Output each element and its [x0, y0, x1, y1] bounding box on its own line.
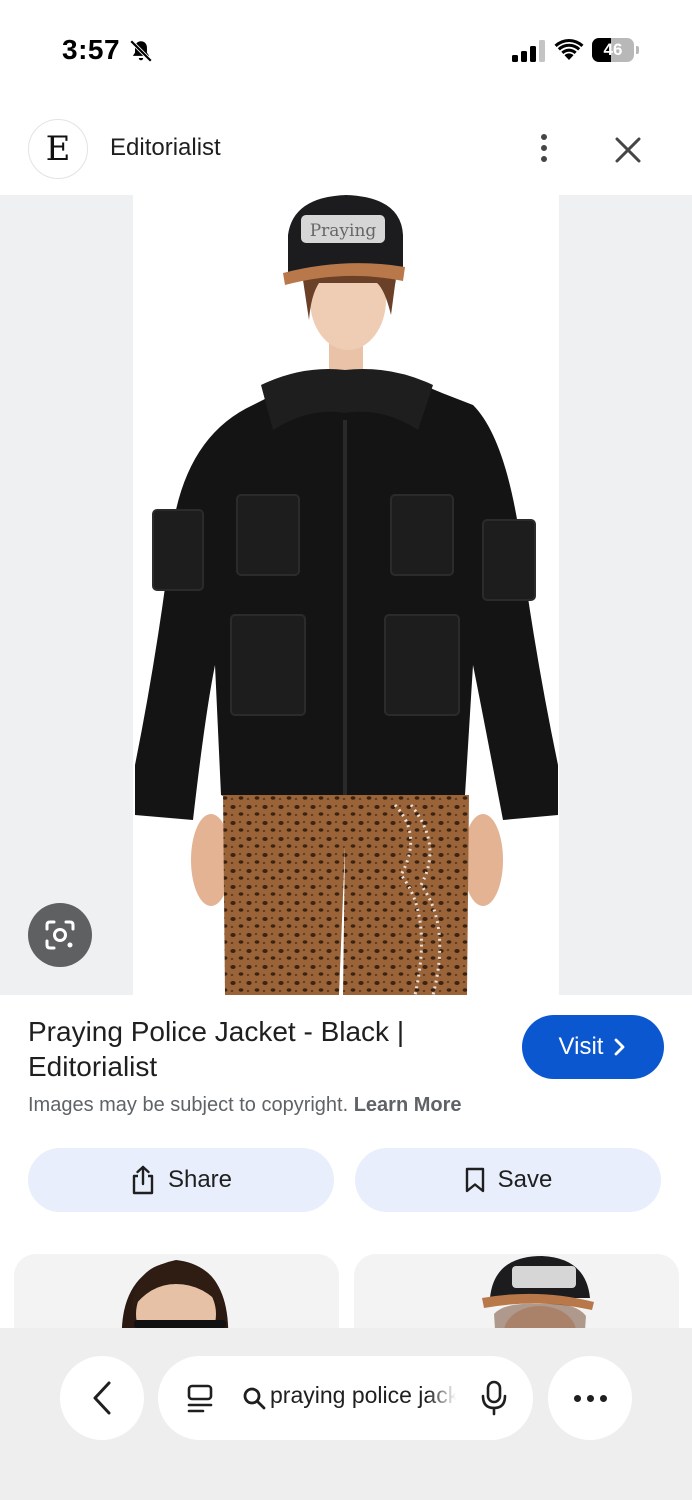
- bookmark-icon: [465, 1167, 484, 1193]
- share-label: Share: [167, 1166, 233, 1193]
- wifi-icon: [554, 38, 584, 60]
- source-header: E Editorialist: [0, 110, 692, 190]
- search-icon: [243, 1387, 266, 1410]
- save-button[interactable]: Save: [355, 1148, 661, 1212]
- lens-icon: [45, 920, 75, 950]
- search-query[interactable]: praying police jacket: [270, 1382, 456, 1409]
- share-button[interactable]: Share: [28, 1148, 334, 1212]
- model-illustration: Praying: [135, 195, 558, 995]
- back-button[interactable]: [60, 1356, 144, 1440]
- status-bar: 3:57 46: [0, 0, 692, 100]
- save-label: Save: [497, 1166, 553, 1193]
- battery-icon: 46: [592, 38, 640, 62]
- cellular-signal-icon: [512, 40, 545, 62]
- more-menu-button[interactable]: [548, 1356, 632, 1440]
- visit-label: Visit: [558, 1033, 604, 1060]
- result-title[interactable]: Praying Police Jacket - Black | Editoria…: [28, 1014, 488, 1084]
- more-options-button[interactable]: [528, 128, 560, 168]
- tabs-icon[interactable]: [186, 1384, 214, 1414]
- google-lens-button[interactable]: [28, 903, 92, 967]
- bottom-toolbar: praying police jacket: [0, 1328, 692, 1500]
- copyright-text: Images may be subject to copyright.: [28, 1094, 349, 1116]
- chevron-left-icon: [93, 1381, 111, 1415]
- battery-percent: 46: [603, 40, 623, 59]
- learn-more-link[interactable]: Learn More: [354, 1094, 462, 1116]
- hat-logo-text: Praying: [310, 221, 377, 241]
- copyright-notice: Images may be subject to copyright. Lear…: [28, 1094, 462, 1117]
- share-icon: [132, 1165, 154, 1195]
- microphone-icon[interactable]: [480, 1380, 508, 1416]
- source-logo[interactable]: E: [28, 119, 88, 179]
- source-name[interactable]: Editorialist: [110, 134, 221, 162]
- image-viewer: Praying: [0, 195, 692, 995]
- search-bar[interactable]: praying police jacket: [158, 1356, 533, 1440]
- visit-button[interactable]: Visit: [522, 1015, 664, 1079]
- close-icon[interactable]: [608, 130, 648, 170]
- status-time: 3:57: [62, 34, 121, 65]
- chevron-right-icon: [615, 1038, 625, 1056]
- product-image[interactable]: Praying: [133, 195, 559, 995]
- bell-off-icon: [129, 39, 153, 63]
